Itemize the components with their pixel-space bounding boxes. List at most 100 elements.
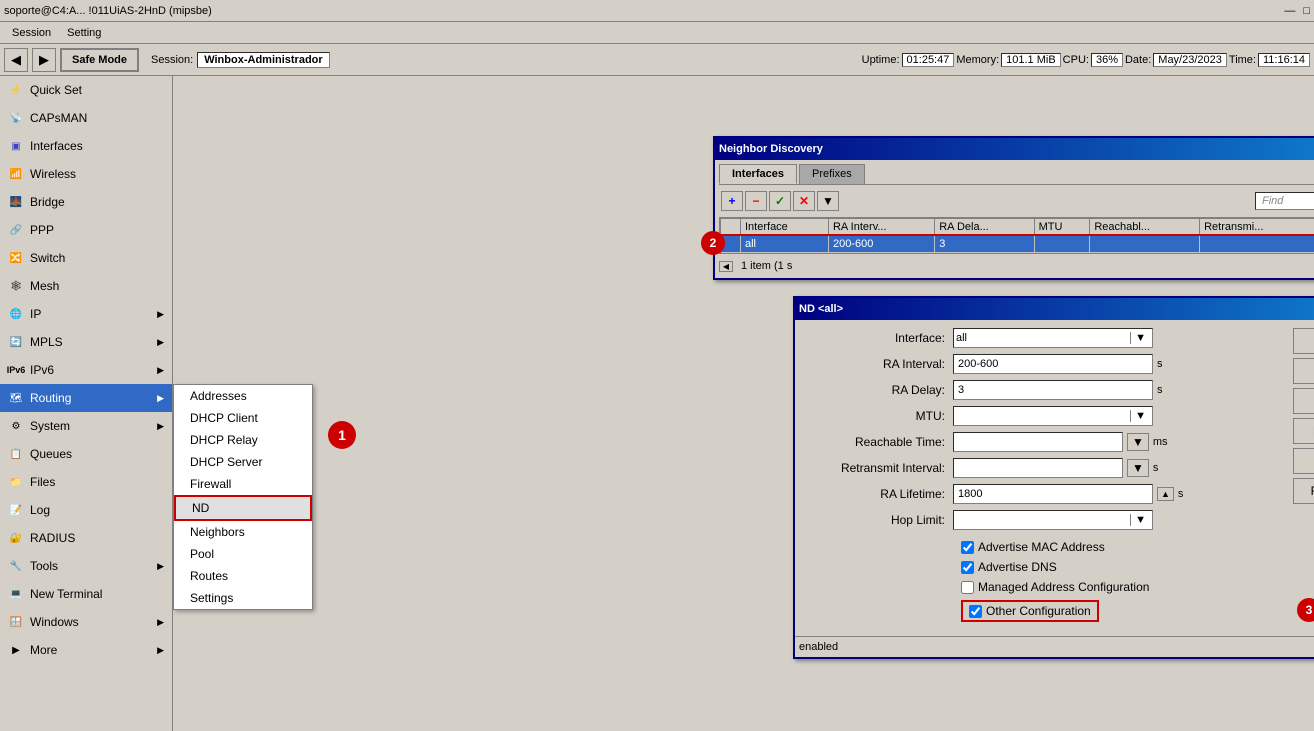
submenu-dhcp-server[interactable]: DHCP Server (174, 451, 312, 473)
submenu-pool[interactable]: Pool (174, 543, 312, 565)
sidebar-item-mpls[interactable]: 🔄 MPLS ▶ (0, 328, 172, 356)
sidebar-item-wireless[interactable]: 📶 Wireless (0, 160, 172, 188)
nd-all-buttons: OK Cancel Apply 4 Disable Copy Remove (1293, 328, 1314, 504)
nd-filter-btn[interactable]: ▼ (817, 191, 839, 211)
sidebar-item-mesh[interactable]: 🕸 Mesh (0, 272, 172, 300)
sidebar-label-quick-set: Quick Set (30, 83, 82, 97)
disable-button[interactable]: Disable (1293, 418, 1314, 444)
nd-remove-btn[interactable]: − (745, 191, 767, 211)
session-label: Session: (151, 54, 193, 66)
ra-lifetime-up-btn[interactable]: ▲ (1157, 487, 1174, 501)
advertise-dns-checkbox[interactable] (961, 561, 974, 574)
sidebar-item-capsman[interactable]: 📡 CAPsMAN (0, 104, 172, 132)
table-row[interactable]: all 200-600 3 1 (721, 236, 1314, 253)
submenu-dhcp-relay[interactable]: DHCP Relay (174, 429, 312, 451)
submenu-addresses[interactable]: Addresses (174, 385, 312, 407)
submenu-dhcp-client[interactable]: DHCP Client (174, 407, 312, 429)
sidebar-label-more: More (30, 643, 57, 657)
form-row-retransmit: Retransmit Interval: ▼ s (803, 458, 1285, 478)
remove-button[interactable]: Remove (1293, 478, 1314, 504)
windows-arrow-icon: ▶ (157, 617, 164, 628)
cancel-button[interactable]: Cancel (1293, 358, 1314, 384)
ra-interval-input[interactable] (953, 354, 1153, 374)
advertise-mac-checkbox[interactable] (961, 541, 974, 554)
sidebar-item-switch[interactable]: 🔀 Switch (0, 244, 172, 272)
nd-check-btn[interactable]: ✓ (769, 191, 791, 211)
sidebar-item-files[interactable]: 📁 Files (0, 468, 172, 496)
sidebar-item-interfaces[interactable]: ▣ Interfaces (0, 132, 172, 160)
ra-delay-input[interactable] (953, 380, 1153, 400)
retransmit-dropdown-btn[interactable]: ▼ (1127, 459, 1149, 477)
sidebar-item-quick-set[interactable]: ⚡ Quick Set (0, 76, 172, 104)
sidebar-item-radius[interactable]: 🔐 RADIUS (0, 524, 172, 552)
ip-arrow-icon: ▶ (157, 309, 164, 320)
nd-table-wrap[interactable]: Interface RA Interv... RA Dela... MTU Re… (719, 217, 1314, 254)
session-value: Winbox-Administrador (197, 52, 329, 68)
sidebar-item-system[interactable]: ⚙ System ▶ (0, 412, 172, 440)
sidebar-label-mesh: Mesh (30, 279, 59, 293)
tools-arrow-icon: ▶ (157, 561, 164, 572)
submenu-settings[interactable]: Settings (174, 587, 312, 609)
main-area: ⚡ Quick Set 📡 CAPsMAN ▣ Interfaces 📶 Wir… (0, 76, 1314, 731)
sidebar-item-tools[interactable]: 🔧 Tools ▶ (0, 552, 172, 580)
sidebar-item-queues[interactable]: 📋 Queues (0, 440, 172, 468)
submenu-neighbors[interactable]: Neighbors (174, 521, 312, 543)
sidebar-item-log[interactable]: 📝 Log (0, 496, 172, 524)
submenu-routes[interactable]: Routes (174, 565, 312, 587)
sidebar-item-new-terminal[interactable]: 💻 New Terminal (0, 580, 172, 608)
sidebar-item-ipv6[interactable]: IPv6 IPv6 ▶ (0, 356, 172, 384)
reachable-dropdown-btn[interactable]: ▼ (1127, 433, 1149, 451)
interface-dropdown-btn[interactable]: ▼ (1130, 332, 1150, 344)
log-icon: 📝 (8, 502, 24, 518)
sidebar-item-ppp[interactable]: 🔗 PPP (0, 216, 172, 244)
nd-find-input[interactable]: Find (1255, 192, 1314, 210)
nd-status: 1 item (1 s (737, 258, 796, 274)
mpls-arrow-icon: ▶ (157, 337, 164, 348)
sidebar-label-system: System (30, 419, 70, 433)
sidebar-item-more[interactable]: ▶ More ▶ (0, 636, 172, 664)
submenu-nd[interactable]: ND (174, 495, 312, 521)
apply-button[interactable]: Apply (1293, 388, 1314, 414)
ok-button[interactable]: OK (1293, 328, 1314, 354)
sidebar-label-routing: Routing (30, 391, 71, 405)
form-row-reachable: Reachable Time: ▼ ms (803, 432, 1285, 452)
menu-setting[interactable]: Setting (59, 25, 109, 41)
hop-limit-field: ▼ (953, 510, 1285, 530)
sidebar-item-routing[interactable]: 🗺 Routing ▶ (0, 384, 172, 412)
sidebar-item-bridge[interactable]: 🌉 Bridge (0, 188, 172, 216)
interface-dropdown[interactable]: all ▼ (953, 328, 1153, 348)
menu-session[interactable]: Session (4, 25, 59, 41)
mtu-dropdown-btn[interactable]: ▼ (1130, 410, 1150, 422)
system-arrow-icon: ▶ (157, 421, 164, 432)
retransmit-label: Retransmit Interval: (803, 461, 953, 475)
managed-address-checkbox[interactable] (961, 581, 974, 594)
checkbox-row-dns: Advertise DNS (961, 560, 1285, 574)
nd-all-body: Interface: all ▼ RA Interval: (795, 320, 1314, 636)
nd-add-btn[interactable]: + (721, 191, 743, 211)
copy-button[interactable]: Copy (1293, 448, 1314, 474)
ip-icon: 🌐 (8, 306, 24, 322)
nd-cross-btn[interactable]: ✕ (793, 191, 815, 211)
ra-delay-unit: s (1157, 384, 1163, 396)
interface-field: all ▼ (953, 328, 1285, 348)
ppp-icon: 🔗 (8, 222, 24, 238)
neighbor-discovery-window: Neighbor Discovery □ ✕ Interfaces Prefix… (713, 136, 1314, 280)
retransmit-input[interactable] (953, 458, 1123, 478)
tab-interfaces[interactable]: Interfaces (719, 164, 797, 184)
windows-icon: 🪟 (8, 614, 24, 630)
sidebar-label-interfaces: Interfaces (30, 139, 83, 153)
submenu-firewall[interactable]: Firewall (174, 473, 312, 495)
forward-button[interactable]: ▶ (32, 48, 56, 72)
tab-prefixes[interactable]: Prefixes (799, 164, 865, 184)
hop-limit-dropdown[interactable]: ▼ (953, 510, 1153, 530)
mtu-dropdown[interactable]: ▼ (953, 406, 1153, 426)
other-config-checkbox[interactable] (969, 605, 982, 618)
hop-limit-dropdown-btn[interactable]: ▼ (1130, 514, 1150, 526)
ra-lifetime-input[interactable] (953, 484, 1153, 504)
sidebar-item-ip[interactable]: 🌐 IP ▶ (0, 300, 172, 328)
reachable-input[interactable] (953, 432, 1123, 452)
sidebar-item-windows[interactable]: 🪟 Windows ▶ (0, 608, 172, 636)
safe-mode-button[interactable]: Safe Mode (60, 48, 139, 72)
back-button[interactable]: ◀ (4, 48, 28, 72)
scroll-left-btn[interactable]: ◀ (719, 261, 733, 272)
